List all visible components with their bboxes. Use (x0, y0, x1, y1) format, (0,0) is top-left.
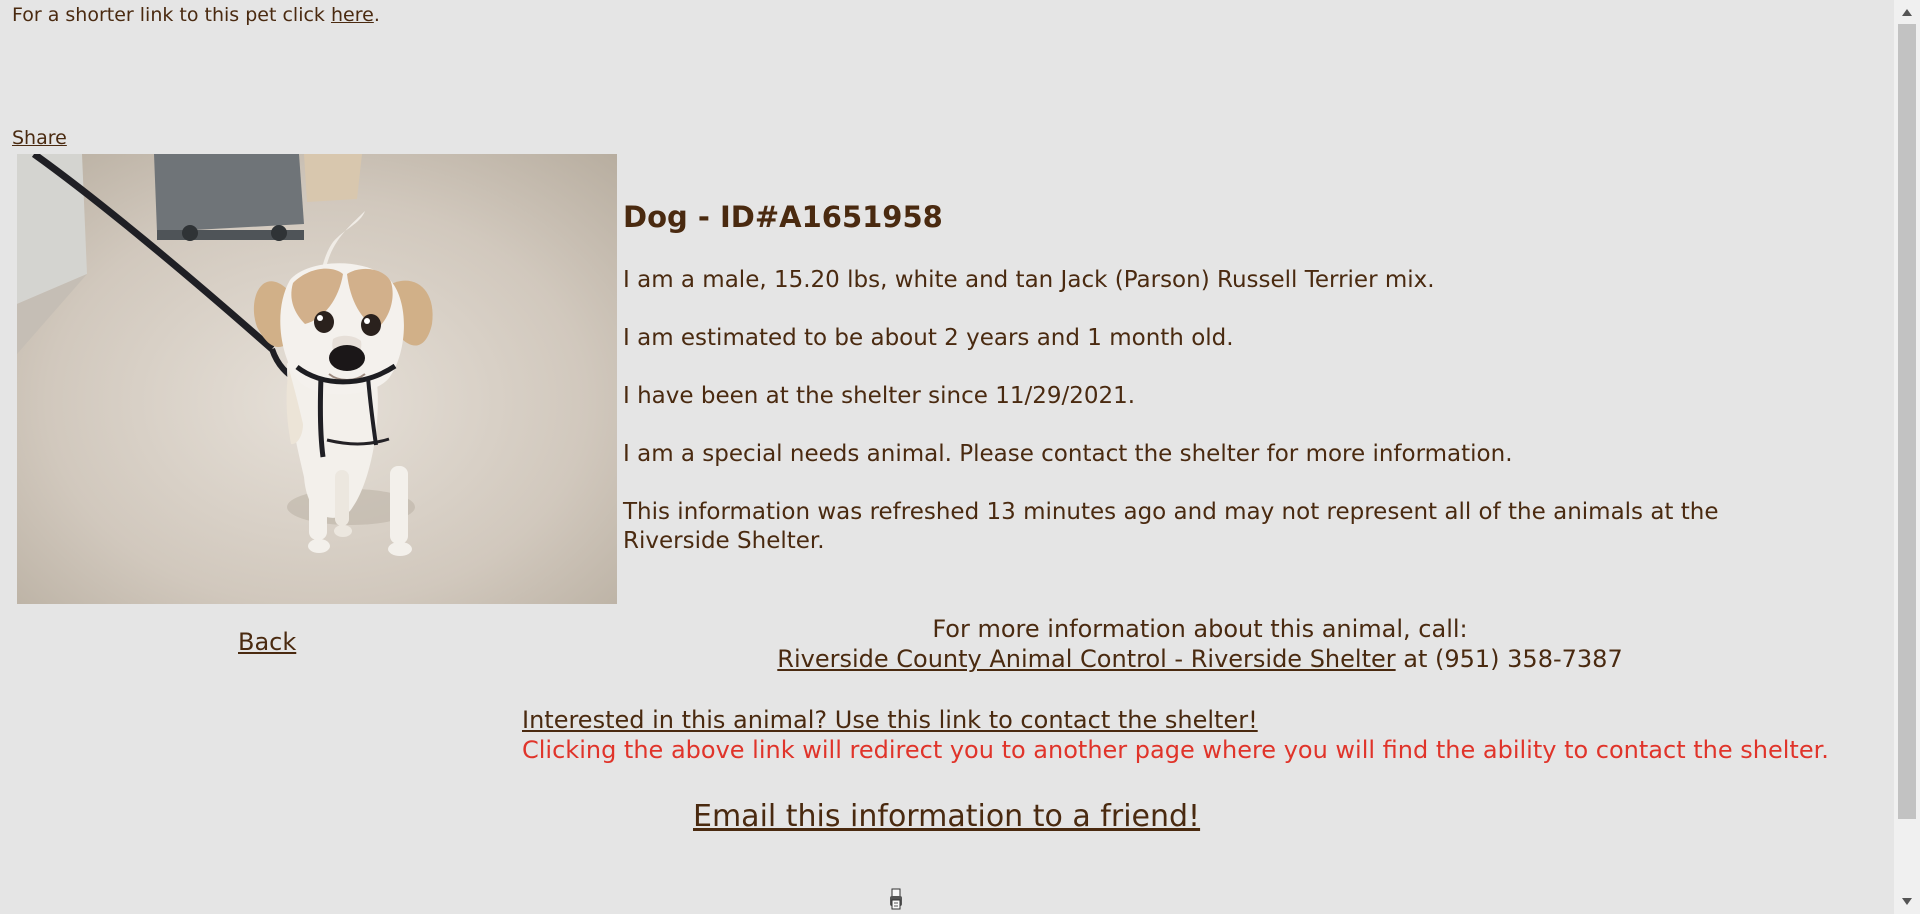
arrow-up-icon[interactable] (1902, 9, 1912, 16)
dog-photo-illustration (17, 154, 617, 604)
pet-title: Dog - ID#A1651958 (623, 200, 943, 234)
shelter-since: I have been at the shelter since 11/29/2… (623, 383, 1136, 409)
short-link-text: For a shorter link to this pet click (12, 4, 331, 26)
contact-info: For more information about this animal, … (700, 614, 1700, 674)
refresh-note: This information was refreshed 13 minute… (623, 499, 1719, 554)
shelter-phone: (951) 358-7387 (1435, 645, 1623, 673)
vertical-scrollbar[interactable] (1894, 0, 1920, 914)
back-link[interactable]: Back (238, 628, 296, 656)
more-info-label: For more information about this animal, … (932, 615, 1468, 643)
short-link-line: For a shorter link to this pet click her… (12, 4, 380, 26)
pet-description: I am a male, 15.20 lbs, white and tan Ja… (623, 267, 1435, 293)
printer-icon[interactable] (888, 888, 904, 914)
short-link-here[interactable]: here (331, 4, 374, 26)
pet-photo (17, 154, 617, 604)
arrow-down-icon[interactable] (1902, 898, 1912, 905)
pet-age: I am estimated to be about 2 years and 1… (623, 325, 1234, 351)
printer-icon-graphic (890, 888, 902, 910)
phone-prefix: at (1395, 645, 1435, 673)
contact-shelter-section: Interested in this animal? Use this link… (522, 705, 1829, 765)
pet-details: Dog - ID#A1651958 I am a male, 15.20 lbs… (623, 196, 1823, 585)
pet-detail-page: For a shorter link to this pet click her… (0, 0, 1894, 914)
email-friend-link[interactable]: Email this information to a friend! (693, 799, 1200, 834)
shelter-name-link[interactable]: Riverside County Animal Control - Rivers… (777, 645, 1395, 673)
shelter-phone-line: Riverside County Animal Control - Rivers… (700, 644, 1700, 674)
special-needs-note: I am a special needs animal. Please cont… (623, 441, 1513, 467)
share-link[interactable]: Share (12, 127, 67, 149)
contact-shelter-link[interactable]: Interested in this animal? Use this link… (522, 706, 1258, 734)
short-link-period: . (373, 4, 380, 26)
scrollbar-thumb[interactable] (1898, 24, 1916, 819)
redirect-warning: Clicking the above link will redirect yo… (522, 736, 1829, 764)
